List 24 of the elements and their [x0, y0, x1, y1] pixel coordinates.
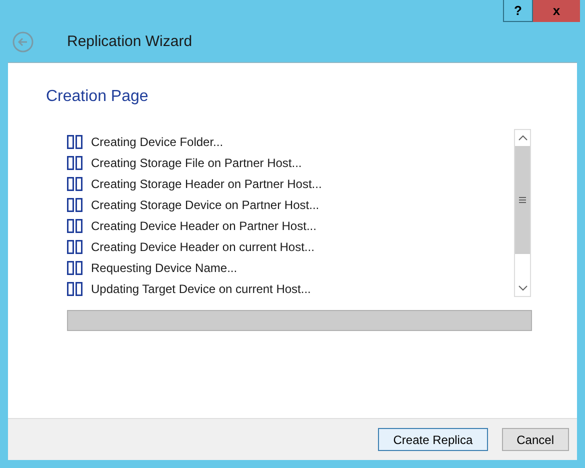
- glyph-boxes-icon: [67, 134, 83, 148]
- glyph-boxes-icon: [67, 198, 83, 212]
- step-label: Creating Device Header on Partner Host...: [91, 218, 316, 234]
- glyph-boxes-icon: [67, 176, 83, 190]
- step-label: Requesting Device Name...: [91, 260, 238, 276]
- step-label: Updating Target Device on current Host...: [91, 280, 311, 298]
- step-label: Creating Storage File on Partner Host...: [91, 154, 302, 172]
- window-title: Replication Wizard: [67, 32, 192, 52]
- glyph-boxes-icon: [67, 240, 83, 254]
- scrollbar[interactable]: [514, 129, 531, 297]
- glyph-boxes-icon: [67, 260, 83, 274]
- cancel-button[interactable]: Cancel: [502, 428, 569, 451]
- step-label: Creating Storage Device on Partner Host...: [91, 196, 320, 214]
- page-title: Creation Page: [46, 87, 148, 107]
- glyph-boxes-icon: [67, 282, 83, 296]
- step-label: Creating Storage Header on Partner Host...: [91, 176, 322, 192]
- glyph-boxes-icon: [67, 218, 83, 232]
- grip-icon: [519, 197, 526, 203]
- close-button[interactable]: x: [533, 0, 580, 22]
- step-label: Creating Device Folder...: [91, 134, 224, 150]
- scroll-thumb[interactable]: [515, 146, 530, 254]
- create-replica-button[interactable]: Create Replica: [378, 428, 488, 451]
- step-label: Creating Device Header on current Host...: [91, 238, 314, 256]
- glyph-boxes-icon: [67, 156, 83, 170]
